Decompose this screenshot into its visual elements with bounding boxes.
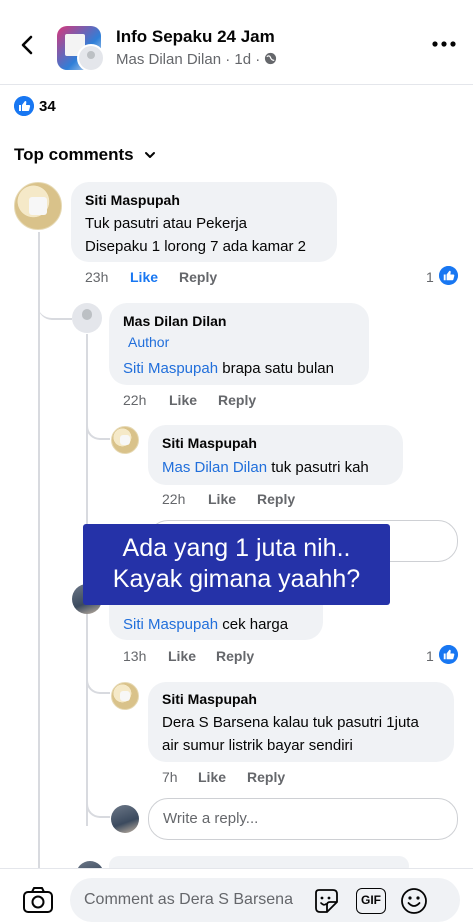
reaction-count[interactable]: 34: [39, 98, 56, 115]
author-badge: Author: [128, 334, 170, 350]
thread-line: [38, 232, 40, 872]
avatar[interactable]: [72, 303, 102, 333]
back-arrow-icon[interactable]: [16, 33, 40, 57]
reply-button[interactable]: Reply: [247, 769, 285, 785]
overlay-caption: Ada yang 1 juta nih.. Kayak gimana yaahh…: [83, 524, 390, 605]
reply-button[interactable]: Reply: [179, 269, 217, 285]
like-button[interactable]: Like: [130, 269, 158, 285]
comment-text: Mas Dilan Dilan tuk pasutri kah: [162, 459, 369, 476]
comment-text: Siti Maspupah cek harga: [123, 616, 289, 633]
comment-time: 23h: [85, 269, 109, 285]
avatar[interactable]: [111, 682, 139, 710]
sticker-icon[interactable]: [312, 887, 340, 915]
commenter-name[interactable]: Siti Maspupah: [162, 691, 257, 707]
comment-time: 13h: [123, 648, 147, 664]
like-count: 1: [426, 269, 434, 285]
comment-text: Disepaku 1 lorong 7 ada kamar 2: [85, 238, 306, 255]
avatar[interactable]: [111, 426, 139, 454]
commenter-name[interactable]: Siti Maspupah: [85, 192, 180, 208]
overlay-line: Ada yang 1 juta nih..: [122, 534, 351, 562]
thread-connector: [86, 672, 110, 694]
comment-text: air sumur listrik bayar sendiri: [162, 737, 353, 754]
mention-link[interactable]: Mas Dilan Dilan: [162, 459, 267, 476]
meta-separator: ·: [255, 51, 261, 68]
like-button[interactable]: Like: [208, 491, 236, 507]
gif-icon[interactable]: GIF: [356, 888, 386, 914]
emoji-icon[interactable]: [400, 887, 428, 915]
poster-name[interactable]: Mas Dilan Dilan: [116, 51, 221, 68]
like-count: 1: [426, 648, 434, 664]
commenter-name[interactable]: Mas Dilan Dilan: [123, 313, 226, 329]
more-options-icon[interactable]: [431, 37, 457, 51]
comment-time: 22h: [123, 392, 147, 408]
commenter-name[interactable]: Siti Maspupah: [162, 435, 257, 451]
like-badge-icon: [439, 645, 458, 664]
comment-bubble: [148, 425, 403, 485]
comment-text: Siti Maspupah brapa satu bulan: [123, 360, 334, 377]
poster-avatar[interactable]: [77, 44, 105, 72]
group-name[interactable]: Info Sepaku 24 Jam: [116, 27, 275, 47]
reply-button[interactable]: Reply: [216, 648, 254, 664]
comment-time: 7h: [162, 769, 178, 785]
sort-comments-label[interactable]: Top comments: [14, 145, 134, 165]
mention-link[interactable]: Siti Maspupah: [123, 616, 218, 633]
reply-button[interactable]: Reply: [257, 491, 295, 507]
thread-connector: [86, 418, 110, 440]
overlay-line: Kayak gimana yaahh?: [112, 565, 361, 593]
reply-placeholder: Write a reply...: [163, 810, 259, 827]
comment-text: Dera S Barsena kalau tuk pasutri 1juta: [162, 714, 419, 731]
globe-icon: [265, 52, 277, 65]
chevron-down-icon[interactable]: [143, 148, 157, 162]
like-button[interactable]: Like: [169, 392, 197, 408]
header-divider: [0, 84, 473, 85]
comment-time: 22h: [162, 491, 186, 507]
post-meta: Mas Dilan Dilan · 1d ·: [116, 51, 277, 68]
like-button[interactable]: Like: [198, 769, 226, 785]
like-reaction-icon[interactable]: [14, 96, 34, 116]
comment-placeholder: Comment as Dera S Barsena: [84, 891, 293, 908]
avatar[interactable]: [14, 182, 62, 230]
thread-connector: [38, 294, 72, 320]
like-badge-icon: [439, 266, 458, 285]
like-button[interactable]: Like: [168, 648, 196, 664]
post-time: 1d: [234, 51, 252, 68]
mention-link[interactable]: Siti Maspupah: [123, 360, 218, 377]
thread-connector: [86, 796, 110, 818]
current-user-avatar[interactable]: [111, 805, 139, 833]
camera-icon[interactable]: [22, 886, 54, 914]
gif-label: GIF: [361, 893, 381, 907]
comment-text: Tuk pasutri atau Pekerja: [85, 215, 248, 232]
meta-separator: ·: [225, 51, 231, 68]
reply-button[interactable]: Reply: [218, 392, 256, 408]
